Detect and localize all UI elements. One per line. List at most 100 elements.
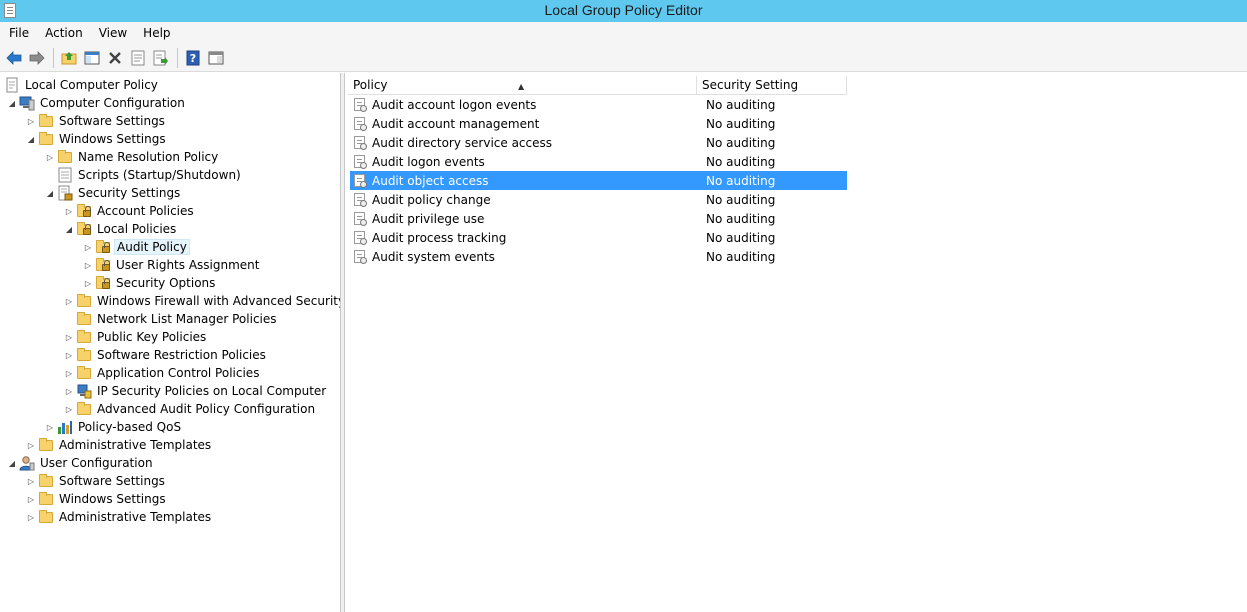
policy-setting-icon bbox=[353, 116, 367, 131]
policy-name: Audit policy change bbox=[372, 192, 491, 207]
tree-node-audit-policy[interactable]: ▷ Audit Policy bbox=[83, 238, 190, 256]
tree-label: Security Options bbox=[116, 276, 216, 290]
tree-node-computer-configuration[interactable]: ◢ Computer Configuration bbox=[7, 94, 187, 112]
tree-label: Account Policies bbox=[97, 204, 194, 218]
locked-folder-icon bbox=[76, 221, 92, 237]
security-setting-value: No auditing bbox=[706, 211, 776, 226]
tree-node-windows-firewall[interactable]: ▷ Windows Firewall with Advanced Securit… bbox=[64, 292, 341, 310]
tree-node-local-computer-policy[interactable]: Local Computer Policy bbox=[4, 76, 160, 94]
expand-arrow-icon[interactable]: ▷ bbox=[64, 346, 74, 364]
collapse-arrow-icon[interactable]: ◢ bbox=[45, 184, 55, 202]
tree-node-software-restriction[interactable]: ▷ Software Restriction Policies bbox=[64, 346, 268, 364]
tree-node-software-settings[interactable]: ▷ Software Settings bbox=[26, 112, 167, 130]
list-row[interactable]: Audit account logon events No auditing bbox=[350, 95, 847, 114]
collapse-arrow-icon[interactable]: ◢ bbox=[64, 220, 74, 238]
expand-arrow-icon[interactable]: ▷ bbox=[26, 508, 36, 526]
help-button[interactable]: ? bbox=[182, 47, 204, 69]
tree-node-user-configuration[interactable]: ◢ User Configuration bbox=[7, 454, 155, 472]
up-one-level-button[interactable] bbox=[58, 47, 80, 69]
tree-node-user-rights-assignment[interactable]: ▷ User Rights Assignment bbox=[83, 256, 261, 274]
column-header-label: Security Setting bbox=[702, 78, 799, 92]
security-setting-value: No auditing bbox=[706, 249, 776, 264]
tree-node-user-administrative-templates[interactable]: ▷ Administrative Templates bbox=[26, 508, 213, 526]
expand-arrow-icon[interactable]: ▷ bbox=[26, 436, 36, 454]
tree-node-security-settings[interactable]: ◢ Security Settings bbox=[45, 184, 182, 202]
list-row[interactable]: Audit logon events No auditing bbox=[350, 152, 847, 171]
collapse-arrow-icon[interactable]: ◢ bbox=[26, 130, 36, 148]
back-button[interactable] bbox=[3, 47, 25, 69]
tree-label: User Rights Assignment bbox=[116, 258, 260, 272]
expand-arrow-icon[interactable]: ▷ bbox=[83, 256, 93, 274]
tree-node-security-options[interactable]: ▷ Security Options bbox=[83, 274, 217, 292]
export-list-button[interactable] bbox=[150, 47, 172, 69]
collapse-arrow-icon[interactable]: ◢ bbox=[7, 94, 17, 112]
list-row[interactable]: Audit policy change No auditing bbox=[350, 190, 847, 209]
delete-button[interactable] bbox=[104, 47, 126, 69]
policy-list[interactable]: Policy ▲ Security Setting Audit account … bbox=[346, 73, 1247, 612]
tree-node-public-key-policies[interactable]: ▷ Public Key Policies bbox=[64, 328, 208, 346]
tree-label: Windows Settings bbox=[59, 132, 166, 146]
menu-help[interactable]: Help bbox=[135, 23, 178, 43]
tree-node-advanced-audit[interactable]: ▷ Advanced Audit Policy Configuration bbox=[64, 400, 317, 418]
show-hide-console-tree-button[interactable] bbox=[81, 47, 103, 69]
list-row[interactable]: Audit account management No auditing bbox=[350, 114, 847, 133]
show-hide-action-pane-button[interactable] bbox=[205, 47, 227, 69]
tree-node-policy-based-qos[interactable]: ▷ Policy-based QoS bbox=[45, 418, 183, 436]
policy-name: Audit account logon events bbox=[372, 97, 537, 112]
column-header-security-setting[interactable]: Security Setting bbox=[697, 76, 847, 95]
column-header-policy[interactable]: Policy ▲ bbox=[348, 76, 697, 95]
toolbar-separator bbox=[177, 47, 178, 68]
toolbar: ? bbox=[0, 44, 1247, 72]
tree-node-user-windows-settings[interactable]: ▷ Windows Settings bbox=[26, 490, 168, 508]
tree-node-windows-settings[interactable]: ◢ Windows Settings bbox=[26, 130, 168, 148]
tree-label: Windows Firewall with Advanced Security bbox=[97, 294, 341, 308]
expand-arrow-icon[interactable]: ▷ bbox=[64, 202, 74, 220]
list-header: Policy ▲ Security Setting bbox=[348, 76, 847, 95]
expand-arrow-icon[interactable]: ▷ bbox=[26, 112, 36, 130]
security-setting-value: No auditing bbox=[706, 116, 776, 131]
tree-node-user-software-settings[interactable]: ▷ Software Settings bbox=[26, 472, 167, 490]
forward-icon bbox=[29, 50, 45, 65]
tree-label: User Configuration bbox=[40, 456, 153, 470]
list-row-selected[interactable]: Audit object access No auditing bbox=[350, 171, 847, 190]
list-row[interactable]: Audit system events No auditing bbox=[350, 247, 847, 266]
list-row[interactable]: Audit process tracking No auditing bbox=[350, 228, 847, 247]
title-bar: Local Group Policy Editor bbox=[0, 0, 1247, 22]
pane-splitter[interactable] bbox=[341, 73, 345, 612]
tree-node-account-policies[interactable]: ▷ Account Policies bbox=[64, 202, 196, 220]
expand-arrow-icon[interactable]: ▷ bbox=[45, 418, 55, 436]
tree-node-ip-security[interactable]: ▷ IP Security Policies on Local Computer bbox=[64, 382, 328, 400]
collapse-arrow-icon[interactable]: ◢ bbox=[7, 454, 17, 472]
tree-label: Scripts (Startup/Shutdown) bbox=[78, 168, 241, 182]
list-row[interactable]: Audit privilege use No auditing bbox=[350, 209, 847, 228]
expand-arrow-icon[interactable]: ▷ bbox=[64, 328, 74, 346]
column-header-label: Policy bbox=[353, 78, 388, 92]
expand-arrow-icon[interactable]: ▷ bbox=[64, 400, 74, 418]
menu-action[interactable]: Action bbox=[37, 23, 91, 43]
list-row[interactable]: Audit directory service access No auditi… bbox=[350, 133, 847, 152]
expand-arrow-icon[interactable]: ▷ bbox=[26, 490, 36, 508]
tree-node-local-policies[interactable]: ◢ Local Policies bbox=[64, 220, 178, 238]
forward-button[interactable] bbox=[26, 47, 48, 69]
tree-node-application-control[interactable]: ▷ Application Control Policies bbox=[64, 364, 261, 382]
tree-node-administrative-templates[interactable]: ▷ Administrative Templates bbox=[26, 436, 213, 454]
folder-icon bbox=[76, 329, 92, 345]
expand-arrow-icon[interactable]: ▷ bbox=[83, 274, 93, 292]
menu-view[interactable]: View bbox=[91, 23, 135, 43]
menu-file[interactable]: File bbox=[1, 23, 37, 43]
expand-arrow-icon[interactable]: ▷ bbox=[83, 238, 93, 256]
expand-arrow-icon[interactable]: ▷ bbox=[26, 472, 36, 490]
folder-icon bbox=[38, 473, 54, 489]
tree-node-name-resolution-policy[interactable]: ▷ Name Resolution Policy bbox=[45, 148, 220, 166]
tree-node-network-list-manager[interactable]: Network List Manager Policies bbox=[64, 310, 279, 328]
security-setting-value: No auditing bbox=[706, 154, 776, 169]
expand-arrow-icon[interactable]: ▷ bbox=[64, 292, 74, 310]
expand-arrow-icon[interactable]: ▷ bbox=[64, 382, 74, 400]
expand-arrow-icon[interactable]: ▷ bbox=[64, 364, 74, 382]
folder-icon bbox=[38, 509, 54, 525]
folder-icon bbox=[38, 491, 54, 507]
expand-arrow-icon[interactable]: ▷ bbox=[45, 148, 55, 166]
tree-node-scripts[interactable]: Scripts (Startup/Shutdown) bbox=[45, 166, 243, 184]
properties-button[interactable] bbox=[127, 47, 149, 69]
console-tree[interactable]: Local Computer Policy ◢ Computer Configu… bbox=[0, 73, 341, 612]
